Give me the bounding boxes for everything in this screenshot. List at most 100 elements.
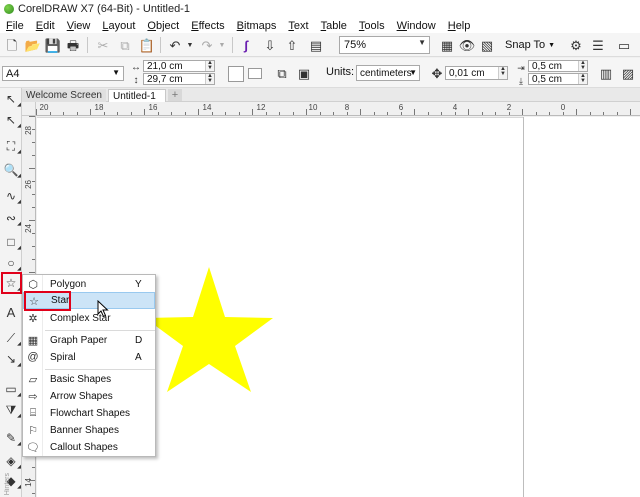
stepper-icon[interactable]: ▲ ▼ (578, 61, 587, 71)
snap-to-label: Snap To (505, 39, 546, 51)
ruler-tick (212, 112, 213, 115)
menu-bitmaps[interactable]: Bitmaps (231, 20, 283, 32)
duplicate-distance-x-field[interactable]: 0,5 cm ▲ ▼ (528, 60, 588, 72)
parallel-dimension-tool-icon[interactable]: ⟋ ◢ (3, 330, 21, 347)
flyout-item-arrow-shapes[interactable]: ⇨ Arrow Shapes (23, 388, 155, 405)
ruler-tick (549, 112, 550, 115)
interactive-fill-tool-icon[interactable]: ◈ ◢ (3, 453, 21, 470)
page-height-value: 29,7 cm (147, 73, 183, 85)
complex-star-icon: ✲ (28, 312, 38, 325)
freehand-tool-icon[interactable]: ∿ ◢ (3, 188, 21, 205)
ellipse-tool-icon[interactable]: ○ ◢ (3, 255, 21, 272)
tab-welcome-screen[interactable]: Welcome Screen (22, 89, 106, 102)
menu-edit[interactable]: Edit (30, 20, 61, 32)
toolbox-docker-label: Hinters (4, 472, 11, 495)
menu-object[interactable]: Object (141, 20, 185, 32)
menu-layout[interactable]: Layout (96, 20, 141, 32)
zoom-tool-icon[interactable]: 🔍 ◢ (3, 162, 21, 179)
stepper-icon[interactable]: ▲ ▼ (498, 67, 507, 79)
page-size-select[interactable]: A4 ▼ (2, 66, 124, 81)
menu-file[interactable]: File (0, 20, 30, 32)
print-icon[interactable]: 🖶 (65, 37, 81, 53)
stepper-icon[interactable]: ▲ ▼ (578, 74, 587, 84)
ruler-origin[interactable] (22, 102, 36, 116)
pick-tool-icon[interactable]: ↖ ◢ (3, 91, 21, 108)
rulers-icon[interactable]: ▧ (479, 37, 495, 53)
redo-dropdown-icon[interactable]: ▼ (214, 37, 230, 53)
ruler-tick (536, 112, 537, 115)
ruler-tick (50, 112, 51, 115)
menu-effects[interactable]: Effects (185, 20, 230, 32)
flyout-item-basic-shapes[interactable]: ▱ Basic Shapes (23, 371, 155, 388)
application-launcher-icon[interactable]: ☰ (590, 37, 606, 53)
stepper-icon[interactable]: ▲ ▼ (205, 74, 214, 84)
star-shape[interactable] (145, 267, 273, 392)
transparency-tool-icon[interactable]: ⧩ ◢ (3, 402, 21, 419)
flyout-item-banner-shapes[interactable]: ⚐ Banner Shapes (23, 422, 155, 439)
artistic-media-tool-icon[interactable]: ∾ ◢ (3, 210, 21, 227)
copy-icon[interactable]: ⧉ (117, 37, 133, 53)
text-tool-icon[interactable]: A (3, 304, 19, 320)
flyout-item-flowchart-shapes[interactable]: ⌸ Flowchart Shapes (23, 405, 155, 422)
flyout-item-label: Basic Shapes (50, 374, 112, 385)
page-width-field[interactable]: 21,0 cm ▲ ▼ (143, 60, 215, 72)
import-icon[interactable]: ⇩ (262, 37, 278, 53)
ruler-tick (630, 109, 631, 115)
ruler-label: 0 (560, 103, 566, 112)
flyout-item-graph-paper[interactable]: ▦ Graph Paper D (23, 332, 155, 349)
connector-tool-icon[interactable]: ↘ ◢ (3, 351, 21, 368)
full-screen-icon[interactable]: ▦ (439, 37, 455, 53)
coreldraw-logo-icon (4, 4, 14, 14)
menu-table[interactable]: Table (315, 20, 353, 32)
export-icon[interactable]: ⇧ (284, 37, 300, 53)
open-folder-icon[interactable]: 📂 (25, 37, 41, 53)
preview-icon[interactable]: 👁 (459, 37, 476, 53)
cut-icon[interactable]: ✂ (95, 37, 111, 53)
menu-text[interactable]: Text (282, 20, 314, 32)
menu-bar: File Edit View Layout Object Effects Bit… (0, 18, 640, 33)
crop-tool-icon[interactable]: ⛶ ◢ (3, 138, 21, 155)
chevron-down-icon: ▼ (548, 41, 556, 49)
search-content-icon[interactable]: ʃ (238, 37, 254, 53)
ruler-tick (590, 112, 591, 115)
undo-icon[interactable]: ↶ (167, 37, 183, 53)
menu-view[interactable]: View (61, 20, 97, 32)
landscape-orientation-icon[interactable] (248, 68, 262, 79)
arrow-shapes-icon: ⇨ (28, 390, 38, 403)
flyout-item-spiral[interactable]: @ Spiral A (23, 349, 155, 366)
nudge-distance-field[interactable]: 0,01 cm ▲ ▼ (445, 66, 508, 80)
flyout-item-complex-star[interactable]: ✲ Complex Star (23, 310, 155, 327)
units-select[interactable]: centimeters ▼ (356, 65, 420, 81)
rectangle-tool-icon[interactable]: □ ◢ (3, 234, 21, 251)
zoom-level-combo[interactable]: 75% ▼ (339, 36, 430, 54)
flyout-item-callout-shapes[interactable]: 🗨 Callout Shapes (23, 439, 155, 456)
horizontal-ruler[interactable]: 20 18 16 14 12 10 8 6 4 2 0 (36, 102, 640, 116)
menu-window[interactable]: Window (391, 20, 442, 32)
page-background-icon[interactable]: ▨ (620, 65, 636, 81)
all-pages-icon[interactable]: ⧉ (274, 65, 290, 81)
welcome-screen-icon[interactable]: ▭ (616, 37, 632, 53)
menu-help[interactable]: Help (442, 20, 477, 32)
options-icon[interactable]: ⚙ (568, 37, 584, 53)
publish-pdf-icon[interactable]: ▤ (308, 37, 324, 53)
banner-shapes-icon: ⚐ (28, 424, 38, 437)
chevron-down-icon: ▼ (418, 38, 426, 47)
tab-untitled-1[interactable]: Untitled-1 (108, 89, 166, 102)
grid-icon[interactable]: ▥ (598, 65, 614, 81)
stepper-icon[interactable]: ▲ ▼ (205, 61, 214, 71)
save-icon[interactable]: 💾 (45, 37, 61, 53)
page-height-field[interactable]: 29,7 cm ▲ ▼ (143, 73, 215, 85)
undo-dropdown-icon[interactable]: ▼ (182, 37, 198, 53)
portrait-orientation-icon[interactable] (228, 66, 244, 82)
menu-tools[interactable]: Tools (353, 20, 391, 32)
redo-icon[interactable]: ↷ (199, 37, 215, 53)
drop-shadow-tool-icon[interactable]: ▭ ◢ (3, 381, 21, 398)
add-tab-icon[interactable]: + (168, 89, 182, 101)
current-page-icon[interactable]: ▣ (296, 65, 312, 81)
shape-tool-icon[interactable]: ↖ ◢ (3, 112, 21, 129)
duplicate-distance-y-field[interactable]: 0,5 cm ▲ ▼ (528, 73, 588, 85)
paste-icon[interactable]: 📋 (139, 37, 155, 53)
snap-to-button[interactable]: Snap To ▼ (505, 37, 555, 53)
new-document-icon[interactable]: 🗋 (4, 37, 20, 53)
color-eyedropper-tool-icon[interactable]: ✎ ◢ (3, 430, 21, 447)
